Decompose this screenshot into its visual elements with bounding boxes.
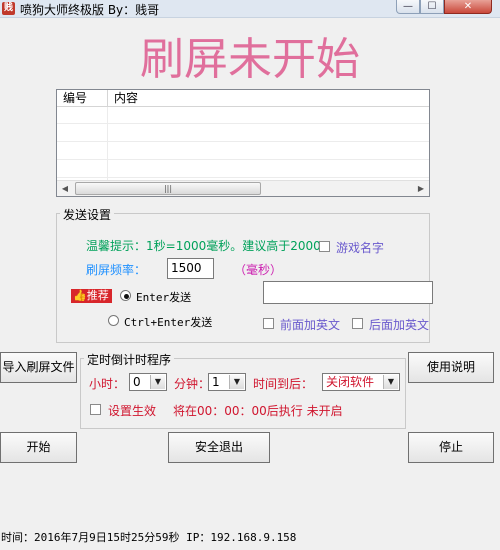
prefix-english-checkbox[interactable]	[263, 318, 274, 329]
timeup-action-value: 关闭软件	[326, 375, 375, 389]
list-row[interactable]	[57, 162, 429, 178]
hour-select-value: 0	[133, 375, 141, 389]
message-input[interactable]	[263, 281, 433, 304]
list-row[interactable]	[57, 108, 429, 124]
prefix-english-label[interactable]: 前面加英文	[280, 316, 340, 333]
horizontal-scrollbar[interactable]: ◀ ||| ▶	[57, 180, 429, 196]
timeup-label: 时间到后：	[253, 377, 314, 391]
minimize-button[interactable]: —	[396, 0, 420, 14]
suffix-english-checkbox[interactable]	[352, 318, 363, 329]
game-name-label[interactable]: 游戏名字	[336, 239, 384, 256]
safe-exit-button[interactable]: 安全退出	[168, 432, 270, 463]
send-settings-legend: 发送设置	[60, 206, 115, 223]
scroll-left-arrow-icon[interactable]: ◀	[59, 183, 71, 195]
stop-button[interactable]: 停止	[408, 432, 494, 463]
app-icon: 贱	[2, 2, 15, 15]
list-header: 编号 内容	[57, 90, 429, 107]
timer-schedule-text: 将在00：00：00后执行 未开启	[173, 404, 343, 418]
frequency-label: 刷屏频率：	[86, 263, 147, 277]
minute-select-value: 1	[212, 375, 220, 389]
chevron-down-icon[interactable]: ▼	[229, 375, 244, 389]
game-name-checkbox[interactable]	[319, 241, 330, 252]
window-title: 喷狗大师终极版 By：贱哥	[20, 3, 160, 17]
minute-label: 分钟：	[174, 377, 211, 391]
hour-select[interactable]: 0 ▼	[129, 373, 167, 391]
chevron-down-icon[interactable]: ▼	[383, 375, 398, 389]
close-button[interactable]: ✕	[444, 0, 492, 14]
milliseconds-label: （毫秒）	[234, 263, 283, 277]
enter-send-label[interactable]: Enter发送	[136, 289, 191, 305]
radio-selected-dot	[124, 294, 129, 299]
ctrl-enter-send-radio[interactable]	[108, 315, 119, 326]
ctrl-enter-send-label[interactable]: Ctrl+Enter发送	[124, 314, 212, 330]
timer-legend: 定时倒计时程序	[84, 351, 175, 368]
recommend-badge: 👍推荐	[71, 289, 112, 303]
title-bar[interactable]: 贱 喷狗大师终极版 By：贱哥 — ☐ ✕	[0, 0, 500, 18]
hour-label: 小时：	[89, 377, 126, 391]
start-button[interactable]: 开始	[0, 432, 77, 463]
help-button[interactable]: 使用说明	[408, 352, 494, 383]
status-line: 时间：2016年7月9日15时25分59秒 IP：192.168.9.158	[1, 531, 297, 544]
enter-send-radio[interactable]	[120, 290, 131, 301]
list-row[interactable]	[57, 144, 429, 160]
enable-timer-checkbox[interactable]	[90, 404, 101, 415]
timeup-action-select[interactable]: 关闭软件 ▼	[322, 373, 400, 391]
list-row[interactable]	[57, 126, 429, 142]
scroll-right-arrow-icon[interactable]: ▶	[415, 183, 427, 195]
tip-text: 温馨提示：1秒=1000毫秒。建议高于2000	[86, 239, 321, 253]
frequency-input[interactable]: 1500	[167, 258, 214, 279]
chevron-down-icon[interactable]: ▼	[150, 375, 165, 389]
column-header-content[interactable]: 内容	[108, 90, 429, 107]
suffix-english-label[interactable]: 后面加英文	[369, 316, 429, 333]
enable-timer-label[interactable]: 设置生效	[108, 402, 156, 419]
minute-select[interactable]: 1 ▼	[208, 373, 246, 391]
content-list[interactable]: 编号 内容 ◀ ||| ▶	[56, 89, 430, 197]
maximize-button[interactable]: ☐	[420, 0, 444, 14]
scroll-thumb[interactable]: |||	[75, 182, 261, 195]
column-divider	[107, 107, 108, 180]
status-headline: 刷屏未开始	[140, 34, 360, 85]
import-file-button[interactable]: 导入刷屏文件	[0, 352, 77, 383]
column-header-number[interactable]: 编号	[57, 90, 108, 107]
